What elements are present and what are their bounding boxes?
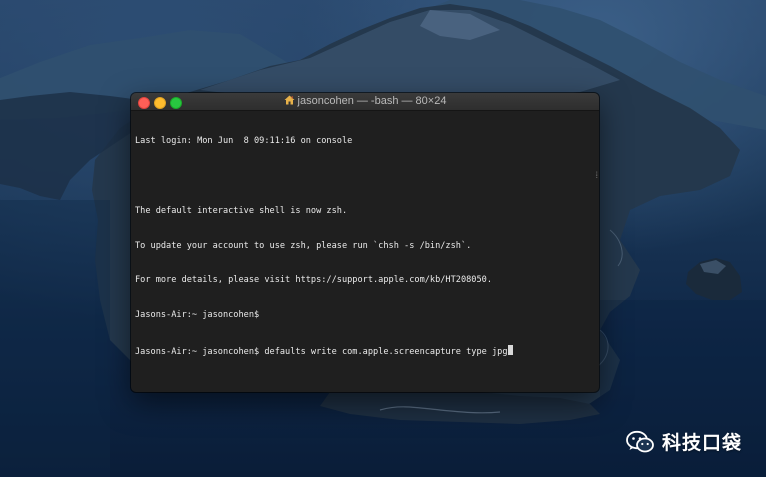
terminal-window[interactable]: jasoncohen — -bash — 80×24 Last login: M… bbox=[131, 93, 599, 392]
terminal-line: Jasons-Air:~ jasoncohen$ bbox=[135, 310, 260, 321]
window-title: jasoncohen — -bash — 80×24 bbox=[297, 95, 447, 107]
watermark-text: 科技口袋 bbox=[661, 432, 742, 454]
title-bar[interactable]: jasoncohen — -bash — 80×24 bbox=[131, 93, 599, 111]
terminal-prompt-line[interactable]: Jasons-Air:~ jasoncohen$ defaults write … bbox=[135, 344, 595, 357]
watermark: 科技口袋 bbox=[626, 428, 742, 455]
scroll-indicator[interactable]: ⁞ bbox=[595, 170, 598, 181]
window-title-container: jasoncohen — -bash — 80×24 bbox=[131, 95, 599, 107]
text-cursor bbox=[507, 344, 513, 355]
terminal-output[interactable]: Last login: Mon Jun 8 09:11:16 on consol… bbox=[135, 113, 595, 388]
home-icon bbox=[284, 95, 295, 105]
command-input[interactable]: Jasons-Air:~ jasoncohen$ defaults write … bbox=[135, 347, 508, 357]
terminal-line: For more details, please visit https://s… bbox=[135, 275, 492, 286]
terminal-line: Last login: Mon Jun 8 09:11:16 on consol… bbox=[135, 136, 353, 147]
terminal-line: The default interactive shell is now zsh… bbox=[135, 205, 348, 216]
wechat-icon bbox=[626, 430, 654, 452]
terminal-line: To update your account to use zsh, pleas… bbox=[135, 240, 472, 251]
